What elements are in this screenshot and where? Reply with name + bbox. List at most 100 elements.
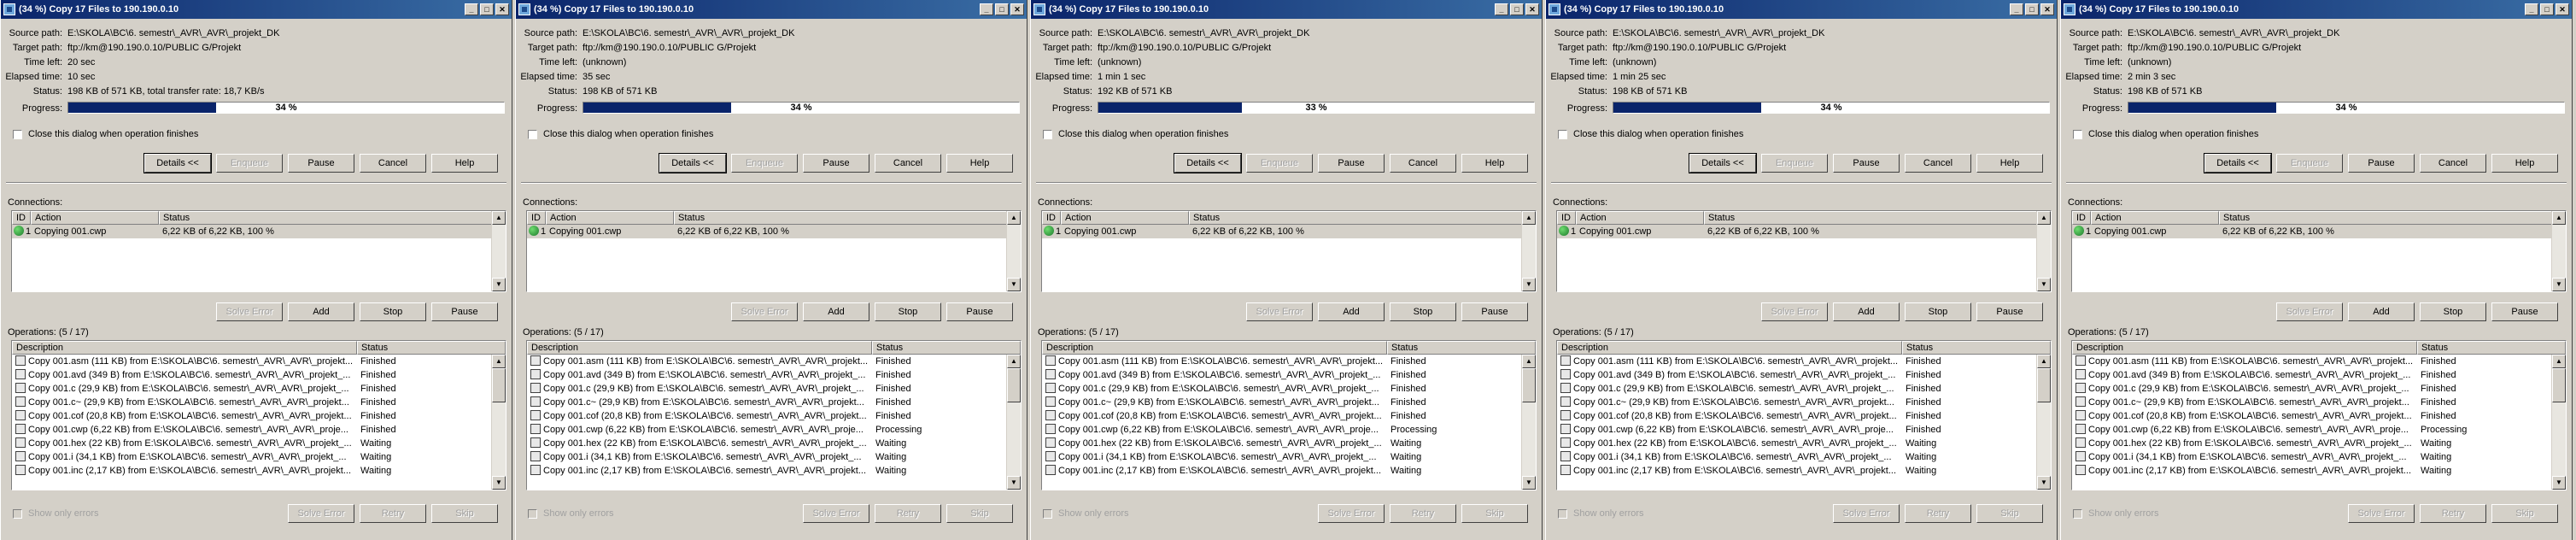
operation-row[interactable]: Copy 001.i (34,1 KB) from E:\SKOLA\BC\6.… (1557, 450, 2038, 464)
conn-pause-button[interactable]: Pause (1976, 302, 2043, 321)
scroll-down-icon[interactable]: ▼ (1007, 278, 1021, 291)
operation-row[interactable]: Copy 001.c (29,9 KB) from E:\SKOLA\BC\6.… (1557, 382, 2038, 396)
operation-row[interactable]: Copy 001.c~ (29,9 KB) from E:\SKOLA\BC\6… (12, 396, 493, 409)
ops-solve-error-button[interactable]: Solve Error (2348, 504, 2415, 523)
help-button[interactable]: Help (1976, 154, 2043, 173)
close-when-finished-checkbox[interactable] (1558, 130, 1567, 139)
conn-solve-error-button[interactable]: Solve Error (216, 302, 283, 321)
operations-list[interactable]: Description Status Copy 001.asm (111 KB)… (1556, 340, 2052, 490)
operation-row[interactable]: Copy 001.inc (2,17 KB) from E:\SKOLA\BC\… (2072, 464, 2553, 478)
col-description[interactable]: Description (527, 341, 872, 355)
enqueue-button[interactable]: Enqueue (2276, 154, 2343, 173)
conn-stop-button[interactable]: Stop (875, 302, 941, 321)
conn-pause-button[interactable]: Pause (946, 302, 1013, 321)
operation-row[interactable]: Copy 001.i (34,1 KB) from E:\SKOLA\BC\6.… (527, 450, 1008, 464)
close-icon[interactable]: ✕ (1010, 3, 1024, 15)
details-button[interactable]: Details << (1689, 153, 1757, 173)
ops-retry-button[interactable]: Retry (875, 504, 941, 523)
operation-row[interactable]: Copy 001.inc (2,17 KB) from E:\SKOLA\BC\… (1042, 464, 1523, 478)
connection-row[interactable]: 1 Copying 001.cwp 6,22 KB of 6,22 KB, 10… (1557, 225, 2038, 238)
operation-row[interactable]: Copy 001.cwp (6,22 KB) from E:\SKOLA\BC\… (527, 423, 1008, 437)
operation-row[interactable]: Copy 001.asm (111 KB) from E:\SKOLA\BC\6… (1557, 355, 2038, 368)
close-when-finished-checkbox[interactable] (1043, 130, 1052, 139)
connection-row[interactable]: 1 Copying 001.cwp 6,22 KB of 6,22 KB, 10… (1042, 225, 1523, 238)
col-id[interactable]: ID (527, 211, 546, 225)
operation-row[interactable]: Copy 001.avd (349 B) from E:\SKOLA\BC\6.… (2072, 368, 2553, 382)
operation-row[interactable]: Copy 001.c~ (29,9 KB) from E:\SKOLA\BC\6… (2072, 396, 2553, 409)
conn-solve-error-button[interactable]: Solve Error (1246, 302, 1313, 321)
maximize-icon[interactable]: □ (2540, 3, 2554, 15)
conn-solve-error-button[interactable]: Solve Error (2276, 302, 2343, 321)
scroll-up-icon[interactable]: ▲ (492, 211, 506, 225)
conn-add-button[interactable]: Add (1318, 302, 1385, 321)
operations-scrollbar[interactable]: ▲ ▼ (1006, 355, 1021, 490)
operation-row[interactable]: Copy 001.cof (20,8 KB) from E:\SKOLA\BC\… (2072, 409, 2553, 423)
operation-row[interactable]: Copy 001.c~ (29,9 KB) from E:\SKOLA\BC\6… (1557, 396, 2038, 409)
scroll-down-icon[interactable]: ▼ (1007, 476, 1021, 490)
operation-row[interactable]: Copy 001.c~ (29,9 KB) from E:\SKOLA\BC\6… (1042, 396, 1523, 409)
conn-add-button[interactable]: Add (803, 302, 869, 321)
operation-row[interactable]: Copy 001.hex (22 KB) from E:\SKOLA\BC\6.… (1557, 437, 2038, 450)
cancel-button[interactable]: Cancel (2420, 154, 2486, 173)
operation-row[interactable]: Copy 001.c (29,9 KB) from E:\SKOLA\BC\6.… (527, 382, 1008, 396)
operations-scrollbar[interactable]: ▲ ▼ (2551, 355, 2566, 490)
connections-scrollbar[interactable]: ▲ ▼ (1006, 211, 1021, 291)
maximize-icon[interactable]: □ (480, 3, 494, 15)
ops-retry-button[interactable]: Retry (360, 504, 426, 523)
ops-skip-button[interactable]: Skip (946, 504, 1013, 523)
show-only-errors-checkbox[interactable] (1558, 509, 1567, 519)
close-icon[interactable]: ✕ (2040, 3, 2054, 15)
connection-row[interactable]: 1 Copying 001.cwp 6,22 KB of 6,22 KB, 10… (2072, 225, 2553, 238)
conn-pause-button[interactable]: Pause (1461, 302, 1528, 321)
col-action[interactable]: Action (1061, 211, 1189, 225)
scroll-up-icon[interactable]: ▲ (1522, 211, 1536, 225)
col-description[interactable]: Description (1042, 341, 1387, 355)
ops-solve-error-button[interactable]: Solve Error (1833, 504, 1900, 523)
conn-stop-button[interactable]: Stop (2420, 302, 2486, 321)
col-id[interactable]: ID (2072, 211, 2091, 225)
operation-row[interactable]: Copy 001.asm (111 KB) from E:\SKOLA\BC\6… (12, 355, 493, 368)
col-id[interactable]: ID (1042, 211, 1061, 225)
operation-row[interactable]: Copy 001.avd (349 B) from E:\SKOLA\BC\6.… (1042, 368, 1523, 382)
scroll-thumb[interactable] (492, 368, 506, 402)
title-bar[interactable]: (34 %) Copy 17 Files to 190.190.0.10 _ □… (1031, 0, 1542, 19)
operations-scrollbar[interactable]: ▲ ▼ (491, 355, 506, 490)
operation-row[interactable]: Copy 001.asm (111 KB) from E:\SKOLA\BC\6… (527, 355, 1008, 368)
close-when-finished-checkbox[interactable] (13, 130, 22, 139)
conn-stop-button[interactable]: Stop (360, 302, 426, 321)
operations-scrollbar[interactable]: ▲ ▼ (1521, 355, 1536, 490)
operation-row[interactable]: Copy 001.c (29,9 KB) from E:\SKOLA\BC\6.… (2072, 382, 2553, 396)
maximize-icon[interactable]: □ (1510, 3, 1524, 15)
connections-scrollbar[interactable]: ▲ ▼ (491, 211, 506, 291)
enqueue-button[interactable]: Enqueue (1761, 154, 1828, 173)
connection-row[interactable]: 1 Copying 001.cwp 6,22 KB of 6,22 KB, 10… (12, 225, 493, 238)
operation-row[interactable]: Copy 001.avd (349 B) from E:\SKOLA\BC\6.… (527, 368, 1008, 382)
connections-list[interactable]: ID Action Status 1 Copying 001.cwp 6,22 … (1556, 210, 2052, 292)
scroll-down-icon[interactable]: ▼ (2037, 476, 2051, 490)
operation-row[interactable]: Copy 001.asm (111 KB) from E:\SKOLA\BC\6… (2072, 355, 2553, 368)
close-icon[interactable]: ✕ (495, 3, 509, 15)
pause-button[interactable]: Pause (2348, 154, 2415, 173)
operation-row[interactable]: Copy 001.cof (20,8 KB) from E:\SKOLA\BC\… (527, 409, 1008, 423)
maximize-icon[interactable]: □ (995, 3, 1009, 15)
details-button[interactable]: Details << (1174, 153, 1242, 173)
operation-row[interactable]: Copy 001.cwp (6,22 KB) from E:\SKOLA\BC\… (1042, 423, 1523, 437)
operations-list[interactable]: Description Status Copy 001.asm (111 KB)… (526, 340, 1022, 490)
minimize-icon[interactable]: _ (1495, 3, 1508, 15)
operation-row[interactable]: Copy 001.cof (20,8 KB) from E:\SKOLA\BC\… (1042, 409, 1523, 423)
scroll-up-icon[interactable]: ▲ (2552, 211, 2566, 225)
operation-row[interactable]: Copy 001.i (34,1 KB) from E:\SKOLA\BC\6.… (2072, 450, 2553, 464)
connections-list[interactable]: ID Action Status 1 Copying 001.cwp 6,22 … (1041, 210, 1537, 292)
connections-scrollbar[interactable]: ▲ ▼ (1521, 211, 1536, 291)
col-status[interactable]: Status (674, 211, 1021, 225)
pause-button[interactable]: Pause (1833, 154, 1900, 173)
scroll-up-icon[interactable]: ▲ (2037, 211, 2051, 225)
pause-button[interactable]: Pause (288, 154, 354, 173)
show-only-errors-checkbox[interactable] (2073, 509, 2082, 519)
connections-scrollbar[interactable]: ▲ ▼ (2551, 211, 2566, 291)
title-bar[interactable]: (34 %) Copy 17 Files to 190.190.0.10 _ □… (1, 0, 512, 19)
col-description[interactable]: Description (12, 341, 357, 355)
operation-row[interactable]: Copy 001.asm (111 KB) from E:\SKOLA\BC\6… (1042, 355, 1523, 368)
cancel-button[interactable]: Cancel (875, 154, 941, 173)
enqueue-button[interactable]: Enqueue (1246, 154, 1313, 173)
